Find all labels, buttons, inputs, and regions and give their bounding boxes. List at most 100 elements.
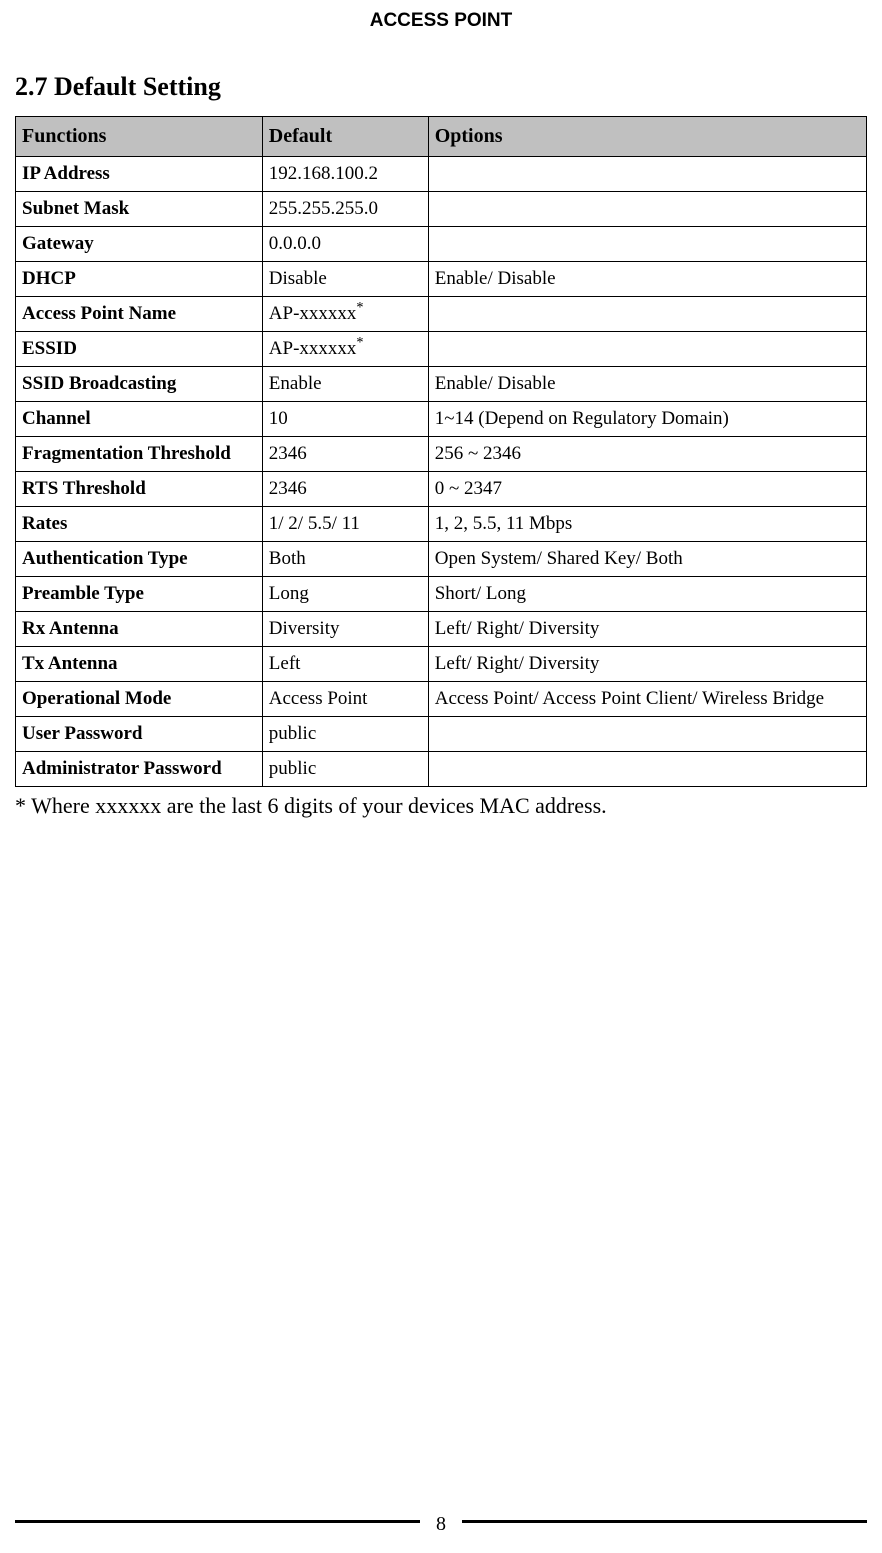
cell-options: 0 ~ 2347: [428, 472, 866, 507]
cell-function: Preamble Type: [16, 577, 263, 612]
table-row: Channel 10 1~14 (Depend on Regulatory Doma…: [16, 402, 867, 437]
cell-options: Enable/ Disable: [428, 367, 866, 402]
cell-default-text: public: [269, 758, 317, 779]
page-header: ACCESS POINT: [15, 10, 867, 32]
cell-default-text: public: [269, 723, 317, 744]
table-row: Administrator Password public: [16, 752, 867, 787]
cell-options: Short/ Long: [428, 577, 866, 612]
cell-function: User Password: [16, 717, 263, 752]
cell-default: 1/ 2/ 5.5/ 11: [262, 507, 428, 542]
cell-default-text: 10: [269, 408, 288, 429]
cell-options: [428, 332, 866, 367]
table-row: Rx Antenna Diversity Left/ Right/ Diversit…: [16, 612, 867, 647]
cell-function: IP Address: [16, 157, 263, 192]
cell-options: 1, 2, 5.5, 11 Mbps: [428, 507, 866, 542]
table-row: DHCP Disable Enable/ Disable: [16, 262, 867, 297]
cell-default: 2346: [262, 472, 428, 507]
cell-options: Access Point/ Access Point Client/ Wirel…: [428, 682, 866, 717]
cell-function: Operational Mode: [16, 682, 263, 717]
cell-function: Rates: [16, 507, 263, 542]
cell-default-text: 192.168.100.2: [269, 163, 378, 184]
cell-default-text: 1/ 2/ 5.5/ 11: [269, 513, 360, 534]
th-default: Default: [262, 117, 428, 157]
cell-default-text: Both: [269, 548, 306, 569]
footer-rule-right: [462, 1520, 867, 1523]
cell-options: [428, 717, 866, 752]
page-number: 8: [420, 1513, 462, 1536]
table-row: Gateway 0.0.0.0: [16, 227, 867, 262]
cell-default: AP-xxxxxx*: [262, 297, 428, 332]
table-row: Fragmentation Threshold 2346 256 ~ 2346: [16, 437, 867, 472]
cell-options: Open System/ Shared Key/ Both: [428, 542, 866, 577]
cell-options: [428, 227, 866, 262]
table-row: ESSIDAP-xxxxxx*: [16, 332, 867, 367]
cell-function: Gateway: [16, 227, 263, 262]
table-row: Rates 1/ 2/ 5.5/ 11 1, 2, 5.5, 11 Mbps: [16, 507, 867, 542]
table-row: Access Point NameAP-xxxxxx*: [16, 297, 867, 332]
cell-function: Authentication Type: [16, 542, 263, 577]
table-row: RTS Threshold 2346 0 ~ 2347: [16, 472, 867, 507]
cell-default: Left: [262, 647, 428, 682]
cell-default: Access Point: [262, 682, 428, 717]
cell-function: Fragmentation Threshold: [16, 437, 263, 472]
cell-default: 192.168.100.2: [262, 157, 428, 192]
default-settings-table: Functions Default Options IP Address 192.…: [15, 116, 867, 787]
cell-default-text: Left: [269, 653, 301, 674]
cell-default-text: Access Point: [269, 688, 368, 709]
table-row: Subnet Mask255.255.255.0: [16, 192, 867, 227]
cell-options: [428, 157, 866, 192]
cell-options: [428, 752, 866, 787]
page-footer: 8: [0, 1510, 882, 1533]
table-row: User Password public: [16, 717, 867, 752]
cell-default: AP-xxxxxx*: [262, 332, 428, 367]
cell-default: public: [262, 717, 428, 752]
table-row: Preamble Type Long Short/ Long: [16, 577, 867, 612]
cell-options: Left/ Right/ Diversity: [428, 612, 866, 647]
cell-default-text: 2346: [269, 478, 307, 499]
cell-default-text: AP-xxxxxx: [269, 338, 357, 359]
table-row: Operational Mode Access Point Access Point…: [16, 682, 867, 717]
cell-default: 255.255.255.0: [262, 192, 428, 227]
footer-rule-left: [15, 1520, 420, 1523]
cell-options: 256 ~ 2346: [428, 437, 866, 472]
cell-function: Administrator Password: [16, 752, 263, 787]
cell-function: SSID Broadcasting: [16, 367, 263, 402]
cell-default: Both: [262, 542, 428, 577]
th-options: Options: [428, 117, 866, 157]
cell-default-text: Disable: [269, 268, 327, 289]
cell-function: Rx Antenna: [16, 612, 263, 647]
cell-default-text: Diversity: [269, 618, 340, 639]
cell-function: RTS Threshold: [16, 472, 263, 507]
table-row: Tx Antenna Left Left/ Right/ Diversity: [16, 647, 867, 682]
cell-default: 0.0.0.0: [262, 227, 428, 262]
section-title: 2.7 Default Setting: [15, 72, 867, 102]
cell-function: Channel: [16, 402, 263, 437]
cell-function: DHCP: [16, 262, 263, 297]
cell-default-text: Enable: [269, 373, 322, 394]
cell-default: public: [262, 752, 428, 787]
cell-function: ESSID: [16, 332, 263, 367]
table-row: Authentication Type Both Open System/ Shar…: [16, 542, 867, 577]
cell-options: Left/ Right/ Diversity: [428, 647, 866, 682]
table-row: IP Address 192.168.100.2: [16, 157, 867, 192]
cell-default-text: Long: [269, 583, 309, 604]
cell-default-text: AP-xxxxxx: [269, 303, 357, 324]
footnote: * Where xxxxxx are the last 6 digits of …: [15, 793, 867, 819]
cell-default: Diversity: [262, 612, 428, 647]
th-functions: Functions: [16, 117, 263, 157]
cell-default: 2346: [262, 437, 428, 472]
cell-options: Enable/ Disable: [428, 262, 866, 297]
cell-default: Disable: [262, 262, 428, 297]
cell-default-sup: *: [356, 335, 363, 351]
cell-options: [428, 297, 866, 332]
cell-default-text: 0.0.0.0: [269, 233, 321, 254]
cell-function: Access Point Name: [16, 297, 263, 332]
cell-options: 1~14 (Depend on Regulatory Domain): [428, 402, 866, 437]
table-header-row: Functions Default Options: [16, 117, 867, 157]
cell-default-sup: *: [356, 300, 363, 316]
cell-function: Tx Antenna: [16, 647, 263, 682]
cell-default: Long: [262, 577, 428, 612]
cell-function: Subnet Mask: [16, 192, 263, 227]
cell-default: Enable: [262, 367, 428, 402]
cell-default-text: 2346: [269, 443, 307, 464]
